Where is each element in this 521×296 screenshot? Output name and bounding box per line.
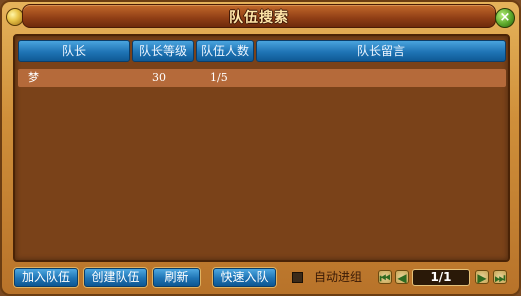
row-level: 30	[152, 71, 166, 84]
column-header-members[interactable]: 队伍人数	[196, 40, 254, 62]
table-header: 队长 队长等级 队伍人数 队长留言	[18, 40, 506, 62]
row-leader: 梦	[28, 71, 39, 84]
prev-page-icon[interactable]: ◀	[395, 270, 409, 285]
row-members: 1/5	[210, 71, 228, 84]
column-header-level[interactable]: 队长等级	[132, 40, 194, 62]
team-search-window: 队伍搜索 × 队长 队长等级 队伍人数 队长留言 梦 30 1/5 加入队伍 创…	[0, 0, 521, 296]
join-team-button[interactable]: 加入队伍	[14, 268, 78, 287]
auto-group-checkbox[interactable]	[292, 272, 303, 283]
create-team-button[interactable]: 创建队伍	[84, 268, 147, 287]
column-header-leader[interactable]: 队长	[18, 40, 130, 62]
window-title: 队伍搜索	[229, 10, 289, 26]
bottom-toolbar: 加入队伍 创建队伍 刷新 快速入队 自动进组 ⏮ ◀ 1/1 ▶ ⏭	[2, 264, 521, 294]
first-page-icon[interactable]: ⏮	[378, 270, 392, 285]
auto-group-label: 自动进组	[314, 270, 363, 284]
refresh-button[interactable]: 刷新	[153, 268, 200, 287]
close-icon[interactable]: ×	[495, 8, 515, 28]
last-page-icon[interactable]: ⏭	[493, 270, 507, 285]
column-header-message[interactable]: 队长留言	[256, 40, 506, 62]
quick-join-button[interactable]: 快速入队	[213, 268, 276, 287]
next-page-icon[interactable]: ▶	[475, 270, 489, 285]
title-bar: 队伍搜索	[22, 4, 496, 28]
page-indicator: 1/1	[412, 269, 470, 286]
team-list-panel: 队长 队长等级 队伍人数 队长留言 梦 30 1/5	[13, 34, 510, 262]
table-row[interactable]: 梦 30 1/5	[18, 69, 506, 87]
